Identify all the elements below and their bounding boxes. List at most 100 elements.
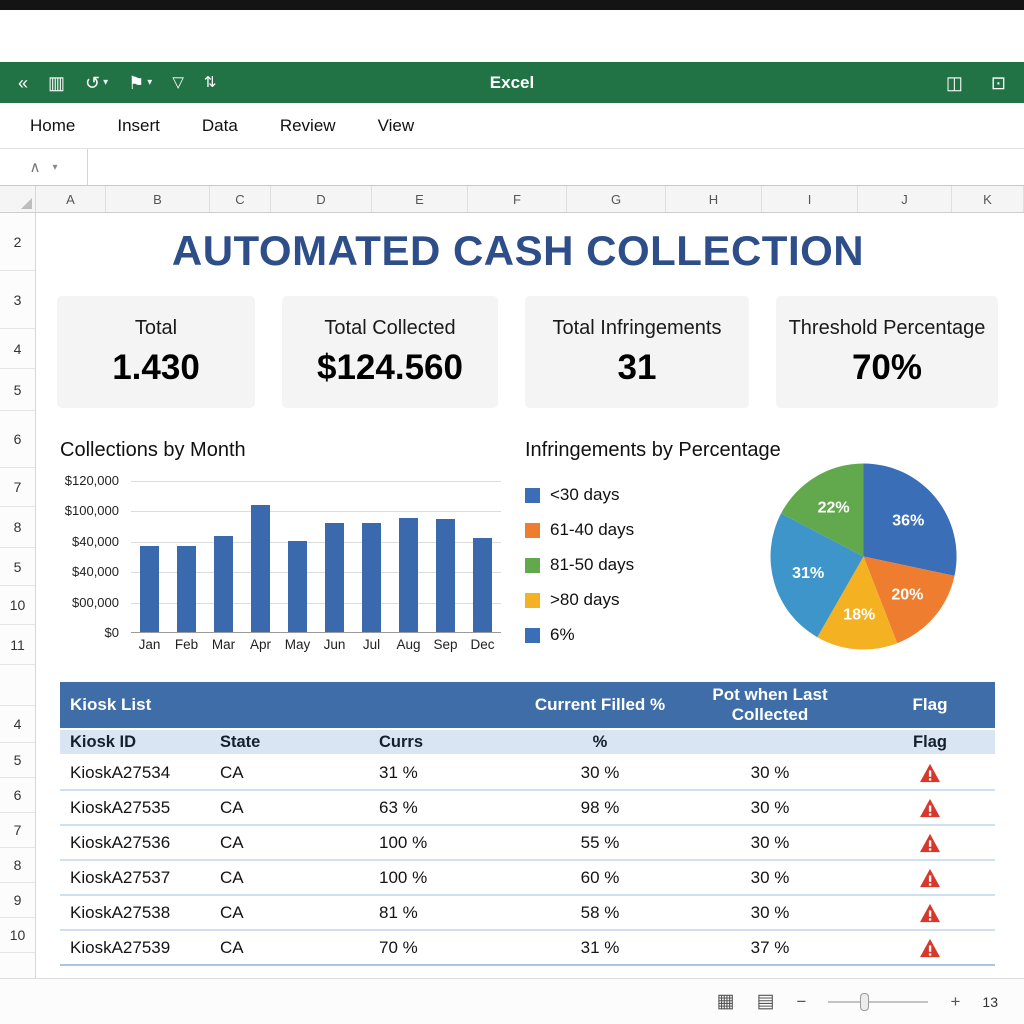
subheader-flag: Flag xyxy=(865,733,995,752)
x-axis-label: Dec xyxy=(464,637,501,652)
subheader-state: State xyxy=(220,733,375,752)
titlebar-right-icons: ◫ ⊡ xyxy=(946,74,1006,92)
bar-chart-y-axis: $120,000$100,000$40,000$40,000$00,000$0 xyxy=(36,481,124,633)
row-header-7[interactable]: 7 xyxy=(0,813,35,848)
kpi-card[interactable]: Total Infringements 31 xyxy=(525,296,749,408)
column-header-C[interactable]: C xyxy=(210,186,271,212)
bar-Sep xyxy=(436,519,455,632)
share-icon[interactable]: ⊡ xyxy=(991,74,1006,92)
kpi-label: Total Infringements xyxy=(553,317,722,340)
row-header-10[interactable]: 10 xyxy=(0,586,35,625)
pot-cell: 30 % xyxy=(675,903,865,923)
x-axis-label: Jun xyxy=(316,637,353,652)
warning-flag-icon xyxy=(919,763,941,783)
column-header-H[interactable]: H xyxy=(666,186,762,212)
table-row[interactable]: KioskA27538CA81 %58 %30 % xyxy=(60,896,995,931)
sort-icon[interactable]: ⇅ xyxy=(204,75,217,90)
tab-insert[interactable]: Insert xyxy=(117,116,160,136)
row-header-6[interactable]: 6 xyxy=(0,411,35,468)
column-header-B[interactable]: B xyxy=(106,186,210,212)
column-header-J[interactable]: J xyxy=(858,186,952,212)
column-header-K[interactable]: K xyxy=(952,186,1024,212)
table-row[interactable]: KioskA27535CA63 %98 %30 % xyxy=(60,791,995,826)
tab-review[interactable]: Review xyxy=(280,116,336,136)
row-header-5[interactable]: 5 xyxy=(0,369,35,411)
tab-view[interactable]: View xyxy=(378,116,415,136)
filled-pct-cell: 31 % xyxy=(525,938,675,958)
bar-May xyxy=(288,541,307,632)
table-row[interactable]: KioskA27534CA31 %30 %30 % xyxy=(60,756,995,791)
table-title: Kiosk List xyxy=(60,695,525,715)
dashboard-title: AUTOMATED CASH COLLECTION xyxy=(36,227,1000,275)
kpi-card[interactable]: Threshold Percentage70% xyxy=(776,296,998,408)
flag-dropdown-icon[interactable]: ▾ xyxy=(147,77,152,88)
flag-cell xyxy=(865,903,995,923)
zoom-out-icon[interactable]: − xyxy=(797,992,807,1012)
kpi-card[interactable]: Total Collected$124.560 xyxy=(282,296,498,408)
row-header-6[interactable]: 6 xyxy=(0,778,35,813)
titlebar-left-icons: « ▥ ↺ ▾ ⚑ ▾ ▽ ⇅ xyxy=(18,74,216,92)
row-header-blank[interactable] xyxy=(0,665,35,706)
zoom-slider-handle[interactable] xyxy=(860,993,869,1011)
row-header-10[interactable]: 10 xyxy=(0,918,35,953)
column-header-D[interactable]: D xyxy=(271,186,372,212)
state-cell: CA xyxy=(220,798,375,818)
name-box[interactable]: ∧ ▾ xyxy=(0,149,88,185)
row-header-3[interactable]: 3 xyxy=(0,271,35,329)
flag-cell xyxy=(865,798,995,818)
zoom-slider[interactable] xyxy=(828,992,928,1012)
currs-cell: 31 % xyxy=(375,763,525,783)
legend-swatch xyxy=(525,558,540,573)
table-row[interactable]: KioskA27536CA100 %55 %30 % xyxy=(60,826,995,861)
filter-icon[interactable]: ▽ xyxy=(172,75,184,90)
normal-view-icon[interactable]: ▦ xyxy=(717,990,735,1013)
row-header-8[interactable]: 8 xyxy=(0,848,35,883)
column-header-F[interactable]: F xyxy=(468,186,567,212)
flag-icon[interactable]: ⚑ xyxy=(128,74,144,92)
subheader-kiosk-id: Kiosk ID xyxy=(60,733,220,752)
kpi-label: Threshold Percentage xyxy=(789,317,986,340)
row-header-5[interactable]: 5 xyxy=(0,743,35,778)
y-axis-label: $00,000 xyxy=(72,595,119,610)
kpi-label: Total Collected xyxy=(324,317,455,340)
currs-cell: 100 % xyxy=(375,833,525,853)
row-header-4[interactable]: 4 xyxy=(0,706,35,743)
row-header-11[interactable]: 11 xyxy=(0,625,35,665)
pie-slice-label: 18% xyxy=(843,607,875,624)
worksheet: AUTOMATED CASH COLLECTION Total1.430Tota… xyxy=(36,213,1024,978)
legend-item: <30 days xyxy=(525,485,634,505)
save-icon[interactable]: ▥ xyxy=(48,74,65,92)
column-header-G[interactable]: G xyxy=(567,186,666,212)
tab-home[interactable]: Home xyxy=(30,116,75,136)
row-header-5[interactable]: 5 xyxy=(0,548,35,586)
page-layout-icon[interactable]: ▤ xyxy=(757,990,775,1013)
pie-legend: <30 days61-40 days81-50 days>80 days6% xyxy=(525,485,634,645)
legend-label: <30 days xyxy=(550,485,619,505)
legend-item: 6% xyxy=(525,625,634,645)
table-row[interactable]: KioskA27537CA100 %60 %30 % xyxy=(60,861,995,896)
undo-dropdown-icon[interactable]: ▾ xyxy=(103,77,108,88)
column-header-E[interactable]: E xyxy=(372,186,468,212)
tab-data[interactable]: Data xyxy=(202,116,238,136)
column-header-row: ABCDEFGHIJK xyxy=(0,186,1024,213)
column-header-A[interactable]: A xyxy=(36,186,106,212)
legend-label: 6% xyxy=(550,625,575,645)
select-all-corner[interactable] xyxy=(0,186,36,212)
filled-pct-cell: 55 % xyxy=(525,833,675,853)
row-header-8[interactable]: 8 xyxy=(0,507,35,548)
column-header-I[interactable]: I xyxy=(762,186,858,212)
kpi-card[interactable]: Total1.430 xyxy=(57,296,255,408)
row-header-9[interactable]: 9 xyxy=(0,883,35,918)
name-box-dropdown-icon[interactable]: ▾ xyxy=(52,162,57,173)
kpi-value: 31 xyxy=(618,348,657,388)
bar-chart-title: Collections by Month xyxy=(60,439,246,462)
table-row[interactable]: KioskA27539CA70 %31 %37 % xyxy=(60,931,995,966)
back-icon[interactable]: « xyxy=(18,74,28,92)
formula-input[interactable] xyxy=(88,149,1024,185)
row-header-4[interactable]: 4 xyxy=(0,329,35,369)
row-header-2[interactable]: 2 xyxy=(0,213,35,271)
zoom-in-icon[interactable]: + xyxy=(950,992,960,1012)
split-view-icon[interactable]: ◫ xyxy=(946,74,963,92)
row-header-7[interactable]: 7 xyxy=(0,468,35,507)
undo-icon[interactable]: ↺ xyxy=(85,74,100,92)
